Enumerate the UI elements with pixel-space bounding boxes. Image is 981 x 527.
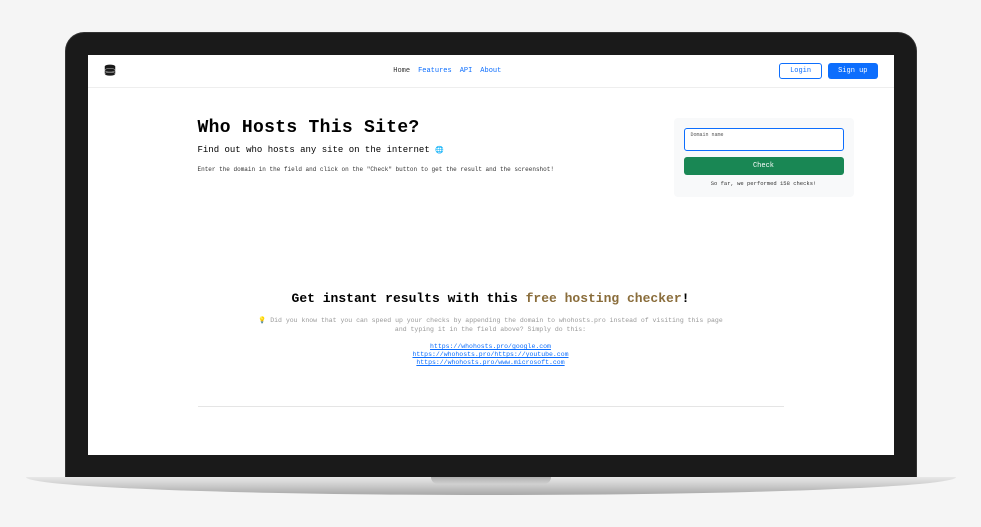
nav-home[interactable]: Home [393, 67, 410, 75]
laptop-frame: Home Features API About Login Sign up Wh… [66, 33, 916, 495]
page-title: Who Hosts This Site? [198, 118, 654, 138]
nav-auth-buttons: Login Sign up [779, 63, 877, 79]
hero-text: Who Hosts This Site? Find out who hosts … [198, 118, 654, 175]
info-title: Get instant results with this free hosti… [228, 291, 754, 306]
laptop-screen-bezel: Home Features API About Login Sign up Wh… [66, 33, 916, 477]
nav-about[interactable]: About [480, 67, 501, 75]
hero-section: Who Hosts This Site? Find out who hosts … [88, 88, 894, 217]
logo-database-icon[interactable] [104, 64, 116, 78]
globe-icon: 🌐 [435, 147, 444, 157]
hero-subtitle: Find out who hosts any site on the inter… [198, 144, 654, 157]
laptop-notch [431, 477, 551, 484]
check-card: Domain name Check So far, we performed 1… [674, 118, 854, 197]
info-tip: 💡 Did you know that you can speed up you… [228, 316, 754, 336]
example-link-1[interactable]: https://whohosts.pro/google.com [228, 343, 754, 350]
domain-input[interactable] [691, 138, 837, 147]
hero-description: Enter the domain in the field and click … [198, 166, 654, 174]
page-content: Home Features API About Login Sign up Wh… [88, 55, 894, 455]
navbar: Home Features API About Login Sign up [88, 55, 894, 88]
laptop-base [26, 477, 956, 495]
laptop-screen: Home Features API About Login Sign up Wh… [88, 55, 894, 455]
info-title-highlight: free hosting checker [526, 291, 682, 306]
info-section: Get instant results with this free hosti… [198, 277, 784, 387]
example-link-3[interactable]: https://whohosts.pro/www.microsoft.com [228, 359, 754, 366]
domain-input-group[interactable]: Domain name [684, 128, 844, 151]
signup-button[interactable]: Sign up [828, 63, 877, 79]
nav-api[interactable]: API [460, 67, 473, 75]
checks-count: So far, we performed 158 checks! [684, 180, 844, 187]
example-links: https://whohosts.pro/google.com https://… [228, 343, 754, 366]
check-button[interactable]: Check [684, 157, 844, 175]
example-link-2[interactable]: https://whohosts.pro/https://youtube.com [228, 351, 754, 358]
nav-features[interactable]: Features [418, 67, 452, 75]
nav-links: Home Features API About [393, 67, 501, 75]
section-divider [198, 406, 784, 407]
login-button[interactable]: Login [779, 63, 822, 79]
